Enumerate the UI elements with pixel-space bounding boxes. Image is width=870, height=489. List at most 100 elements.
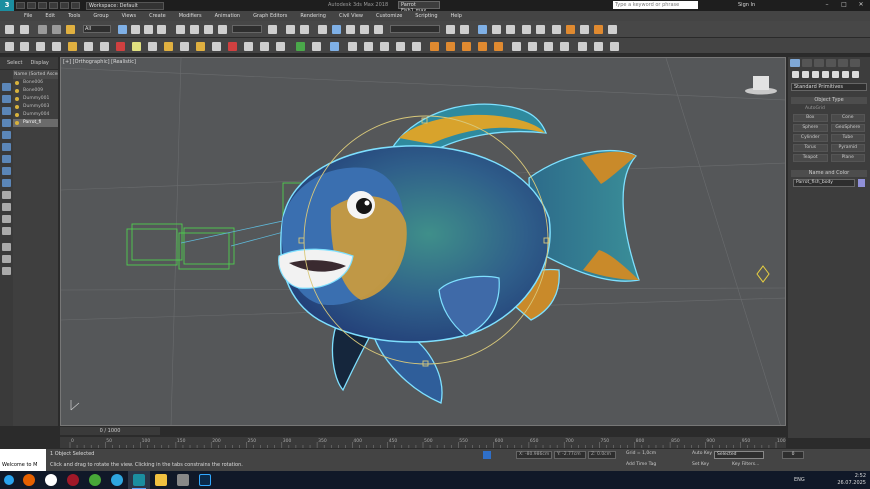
select-in-layer-icon[interactable] xyxy=(68,42,77,51)
object-color-swatch[interactable] xyxy=(858,179,865,187)
perspective-viewport[interactable]: [+] [Orthographic] [Realistic] xyxy=(60,57,786,426)
render-iterative-icon[interactable] xyxy=(462,42,471,51)
app-red-icon[interactable] xyxy=(62,471,84,489)
geometry-icon[interactable] xyxy=(196,42,205,51)
key-filters-button[interactable]: Key Filters... xyxy=(732,462,759,467)
render-production-icon[interactable] xyxy=(594,25,603,34)
tab-hierarchy[interactable] xyxy=(814,59,824,67)
select-object-icon[interactable] xyxy=(118,25,127,34)
render-region-icon[interactable] xyxy=(478,42,487,51)
ribbon-icon[interactable] xyxy=(506,25,515,34)
render-selected-icon[interactable] xyxy=(494,42,503,51)
edged-faces-icon[interactable] xyxy=(412,42,421,51)
yandex-browser-icon[interactable] xyxy=(40,471,62,489)
filter-invert-icon[interactable] xyxy=(2,215,11,223)
pivot-gizmo-icon[interactable] xyxy=(756,265,770,283)
filter-bones-icon[interactable] xyxy=(2,179,11,187)
3dsmax-icon[interactable] xyxy=(128,471,150,489)
telegram-icon[interactable] xyxy=(106,471,128,489)
placement-icon[interactable] xyxy=(218,25,227,34)
play-icon[interactable] xyxy=(560,42,569,51)
render-active-icon[interactable] xyxy=(446,42,455,51)
visibility-icon[interactable] xyxy=(15,121,19,125)
menu-views[interactable]: Views xyxy=(122,13,136,19)
viewcube-icon[interactable] xyxy=(745,76,777,95)
list-item[interactable]: Bone009 xyxy=(13,87,58,95)
filter-none-icon[interactable] xyxy=(2,203,11,211)
z-coordinate-field[interactable]: Z: 0.0cm xyxy=(588,451,616,459)
spacewarps-category-icon[interactable] xyxy=(842,71,849,78)
menu-civil-view[interactable]: Civil View xyxy=(339,13,363,19)
helpers-category-icon[interactable] xyxy=(832,71,839,78)
tab-select[interactable]: Select xyxy=(7,60,22,66)
time-config-icon[interactable] xyxy=(610,42,619,51)
firefox-icon[interactable] xyxy=(18,471,40,489)
sign-in-link[interactable]: Sign In xyxy=(738,2,755,8)
filter-all-icon[interactable] xyxy=(2,191,11,199)
shapes-category-icon[interactable] xyxy=(802,71,809,78)
layer-explorer-icon[interactable] xyxy=(478,25,487,34)
file-explorer-icon[interactable] xyxy=(150,471,172,489)
lock-icon[interactable] xyxy=(2,255,11,263)
bbox-icon[interactable] xyxy=(396,42,405,51)
particle-icon[interactable] xyxy=(244,42,253,51)
open-file-icon[interactable] xyxy=(27,2,36,9)
app-gray-icon[interactable] xyxy=(172,471,194,489)
maximize-icon[interactable]: □ xyxy=(837,1,851,9)
isolate-icon[interactable] xyxy=(330,42,339,51)
menu-scripting[interactable]: Scripting xyxy=(415,13,437,19)
mirror-icon[interactable] xyxy=(446,25,455,34)
set-current-layer-icon[interactable] xyxy=(84,42,93,51)
layer-manager-icon[interactable] xyxy=(20,42,29,51)
list-item[interactable]: Dummy004 xyxy=(13,111,58,119)
viewport-label[interactable]: [+] [Orthographic] [Realistic] xyxy=(63,59,136,65)
sphere-button[interactable]: Sphere xyxy=(793,124,828,132)
filter-groups-icon[interactable] xyxy=(2,155,11,163)
rectangular-selection-icon[interactable] xyxy=(144,25,153,34)
spinner-snap-icon[interactable] xyxy=(360,25,369,34)
language-indicator[interactable]: ENG xyxy=(794,477,805,483)
x-coordinate-field[interactable]: X: -80.986cm xyxy=(516,451,552,459)
tab-utilities[interactable] xyxy=(850,59,860,67)
redo-toolbar-icon[interactable] xyxy=(20,25,29,34)
hide-layer-icon[interactable] xyxy=(100,42,109,51)
helper-icon[interactable] xyxy=(164,42,173,51)
menu-edit[interactable]: Edit xyxy=(45,13,55,19)
cone-button[interactable]: Cone xyxy=(830,114,865,122)
filter-xrefs-icon[interactable] xyxy=(2,167,11,175)
window-crossing-icon[interactable] xyxy=(157,25,166,34)
name-color-title[interactable]: Name and Color xyxy=(791,170,867,177)
align-icon[interactable] xyxy=(460,25,469,34)
menu-file[interactable]: File xyxy=(24,13,32,19)
geosphere-button[interactable]: GeoSphere xyxy=(830,124,865,132)
key-mode-icon[interactable] xyxy=(512,42,521,51)
unlink-icon[interactable] xyxy=(52,25,61,34)
stop-icon[interactable] xyxy=(594,42,603,51)
display-icon[interactable] xyxy=(312,42,321,51)
next-frame-icon[interactable] xyxy=(578,42,587,51)
menu-tools[interactable]: Tools xyxy=(68,13,80,19)
tube-button[interactable]: Tube xyxy=(830,134,865,142)
tab-display[interactable] xyxy=(838,59,848,67)
scale-icon[interactable] xyxy=(204,25,213,34)
redo-icon[interactable] xyxy=(60,2,69,9)
systems-category-icon[interactable] xyxy=(852,71,859,78)
list-item-selected[interactable]: Parrot_fi xyxy=(13,119,58,127)
schematic-view-icon[interactable] xyxy=(536,25,545,34)
space-warp-icon[interactable] xyxy=(212,42,221,51)
system-icon[interactable] xyxy=(228,42,237,51)
cylinder-button[interactable]: Cylinder xyxy=(793,134,828,142)
menu-group[interactable]: Group xyxy=(93,13,108,19)
trajectory-icon[interactable] xyxy=(380,42,389,51)
menu-help[interactable]: Help xyxy=(451,13,462,19)
menu-modifiers[interactable]: Modifiers xyxy=(179,13,202,19)
visibility-icon[interactable] xyxy=(15,113,19,117)
material-editor-icon[interactable] xyxy=(552,25,561,34)
track-bar[interactable]: 0 50 100 150 200 250 300 350 400 450 500 550 600 650 7… xyxy=(60,437,786,448)
reference-coordinate-dropdown[interactable] xyxy=(232,25,262,33)
filter-spacewarps-icon[interactable] xyxy=(2,143,11,151)
find-icon[interactable] xyxy=(2,243,11,251)
photoshop-icon[interactable] xyxy=(194,471,216,489)
y-coordinate-field[interactable]: Y: -2.77cm xyxy=(554,451,586,459)
filter-lights-icon[interactable] xyxy=(2,107,11,115)
